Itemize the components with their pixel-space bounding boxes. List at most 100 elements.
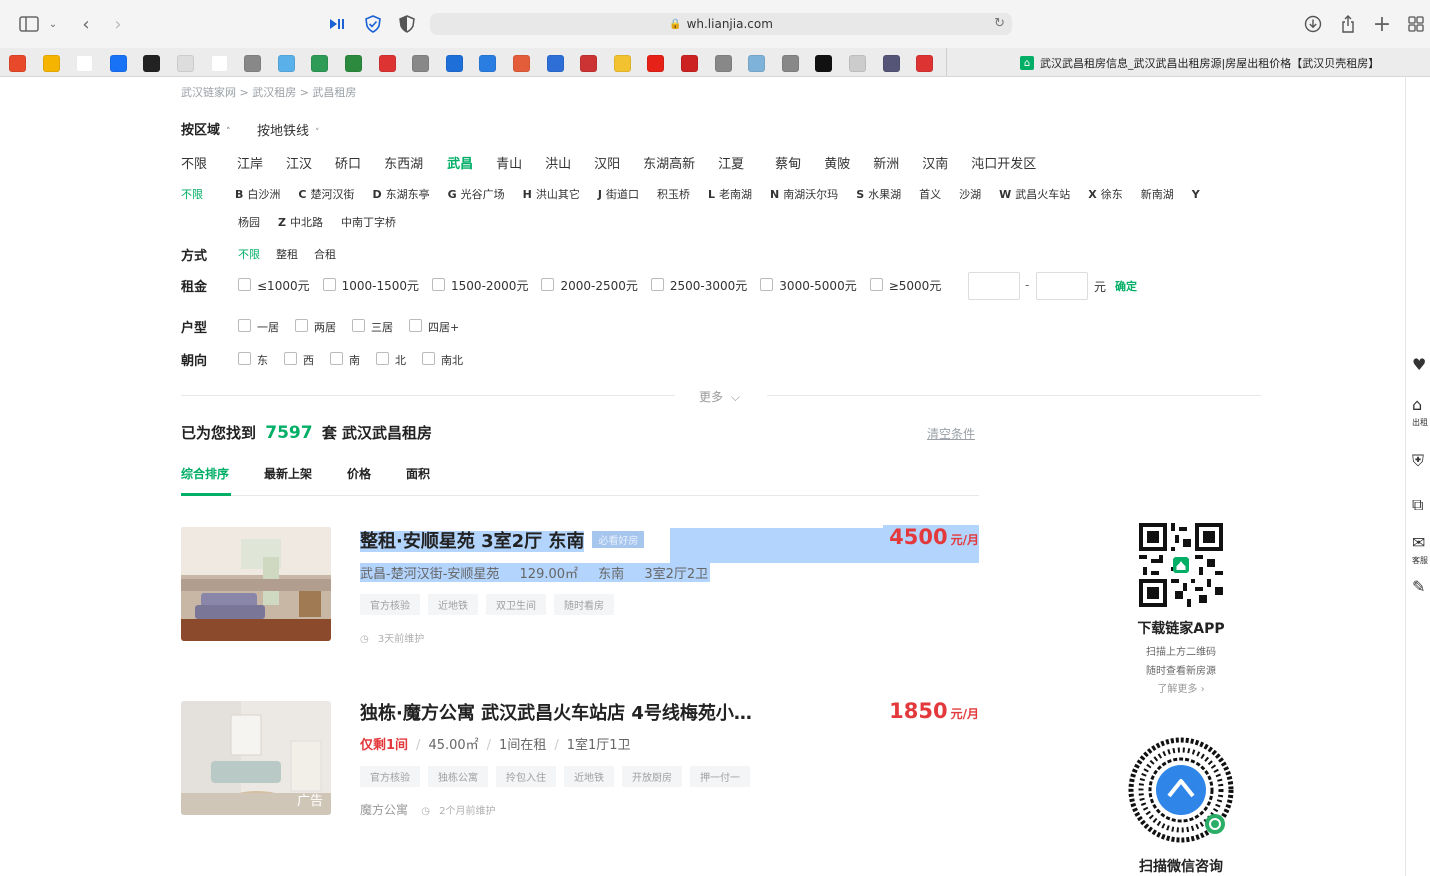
layout-option[interactable]: 三居 (352, 319, 393, 335)
subarea-item[interactable]: 不限 (181, 186, 203, 202)
orientation-option[interactable]: 南 (330, 352, 360, 368)
checkbox[interactable] (376, 352, 389, 365)
address-bar[interactable]: 🔒 wh.lianjia.com ↻ (430, 13, 1012, 35)
district-13[interactable]: 新洲 (873, 153, 899, 172)
district-4[interactable]: 东西湖 (384, 153, 423, 172)
j-icon[interactable] (781, 55, 799, 72)
subarea-item[interactable]: 杨园 (238, 214, 260, 230)
orientation-option[interactable]: 北 (376, 352, 406, 368)
rent-option[interactable]: 2500-3000元 (650, 277, 747, 294)
rent-option[interactable]: 1500-2000元 (432, 277, 528, 294)
listing-title-link[interactable]: 独栋·魔方公寓 武汉武昌火车站店 4号线梅苑小… (360, 699, 752, 725)
reader-icon[interactable] (326, 12, 348, 36)
checkbox[interactable] (409, 319, 422, 332)
subarea-item[interactable]: L 老南湖 (708, 186, 752, 202)
checkbox[interactable] (760, 278, 774, 291)
district-9[interactable]: 东湖高新 (643, 153, 695, 172)
listing-photo[interactable]: 广告 (181, 701, 331, 815)
cloud-icon[interactable] (513, 55, 530, 72)
github-icon[interactable] (143, 55, 161, 72)
district-3[interactable]: 硚口 (335, 153, 361, 172)
tab-by-area[interactable]: 按区域 ˄ (181, 119, 231, 138)
chevron-down-icon[interactable]: ⌄ (46, 12, 60, 36)
new-tab-icon[interactable]: + (1371, 12, 1393, 37)
district-14[interactable]: 汉南 (922, 153, 948, 172)
app-learn-more-link[interactable]: 了解更多 › (1120, 680, 1242, 699)
sort-tab[interactable]: 价格 (347, 467, 371, 481)
half-shield-icon[interactable] (396, 12, 418, 36)
heart-rail-button[interactable]: ♥ (1412, 357, 1430, 373)
mail-icon[interactable] (613, 55, 631, 72)
cap-icon[interactable] (916, 55, 934, 72)
checkbox[interactable] (352, 319, 365, 332)
subarea-item[interactable]: 中南丁字桥 (341, 214, 396, 230)
back-icon[interactable]: ‹ (76, 12, 96, 36)
nike-icon[interactable] (177, 55, 194, 72)
moon-icon[interactable] (815, 55, 833, 72)
checkbox[interactable] (869, 278, 883, 291)
subarea-item[interactable]: W 武昌火车站 (999, 186, 1070, 202)
compare-rail-button[interactable]: ⧉ (1412, 497, 1430, 513)
grid-icon[interactable] (479, 55, 497, 72)
subarea-item[interactable]: 首义 (919, 186, 941, 202)
square-icon[interactable] (681, 55, 698, 72)
layout-option[interactable]: 四居+ (409, 319, 459, 335)
checkbox[interactable] (422, 352, 435, 365)
mode-option[interactable]: 不限 (238, 248, 260, 261)
checkbox[interactable] (330, 352, 343, 365)
more-button[interactable]: 更多 ⌵ (699, 388, 740, 405)
rent-option[interactable]: ≥5000元 (869, 277, 941, 294)
share-icon[interactable] (1337, 12, 1359, 36)
subarea-item[interactable]: Z 中北路 (278, 214, 323, 230)
district-5[interactable]: 武昌 (447, 153, 473, 172)
orientation-option[interactable]: 西 (284, 352, 314, 368)
sort-tab[interactable]: 最新上架 (264, 467, 312, 481)
adidas-icon[interactable] (210, 55, 228, 72)
checkbox[interactable] (238, 352, 251, 365)
rent-option[interactable]: ≤1000元 (238, 277, 310, 294)
music-icon[interactable] (378, 55, 396, 72)
checkbox[interactable] (432, 278, 446, 291)
info-item[interactable]: 武昌-楚河汉街-安顺星苑 (360, 567, 499, 582)
subarea-item[interactable]: D 东湖东亭 (372, 186, 429, 202)
forward-icon[interactable]: › (108, 12, 128, 36)
subarea-item[interactable]: X 徐东 (1088, 186, 1122, 202)
subarea-item[interactable]: N 南湖沃尔玛 (770, 186, 838, 202)
y-icon[interactable] (714, 55, 732, 72)
checkbox[interactable] (238, 319, 251, 332)
zhihu-icon[interactable] (109, 55, 127, 72)
listing-title-link[interactable]: 整租·安顺星苑 3室2厅 东南 (360, 531, 585, 552)
sort-tab[interactable]: 综合排序 (181, 467, 229, 481)
sort-tab[interactable]: 面积 (406, 467, 430, 481)
district-10[interactable]: 江夏 (718, 153, 744, 172)
rent-option[interactable]: 3000-5000元 (760, 277, 857, 294)
reload-icon[interactable]: ↻ (994, 16, 1005, 31)
layout-option[interactable]: 两居 (295, 319, 336, 335)
district-7[interactable]: 洪山 (545, 153, 571, 172)
bilibili-icon[interactable] (277, 55, 295, 72)
orientation-option[interactable]: 南北 (422, 352, 463, 368)
rent-confirm-button[interactable]: 确定 (1115, 278, 1137, 294)
house-rail-button[interactable]: ⌂ 出租 (1412, 397, 1430, 431)
checkbox[interactable] (541, 278, 555, 291)
pencil-icon[interactable] (42, 55, 60, 72)
orientation-option[interactable]: 东 (238, 352, 268, 368)
checkbox[interactable] (295, 319, 308, 332)
rent-option[interactable]: 1000-1500元 (322, 277, 419, 294)
tab-overview-icon[interactable] (1405, 12, 1427, 36)
shield-rail-button[interactable]: ⛨ (1412, 453, 1430, 469)
rent-min-input[interactable] (968, 272, 1020, 300)
checkbox[interactable] (650, 278, 664, 291)
district-2[interactable]: 江汉 (286, 153, 312, 172)
c-icon[interactable] (9, 55, 26, 72)
checkbox[interactable] (284, 352, 297, 365)
checkbox[interactable] (322, 278, 336, 291)
subarea-item[interactable]: 新南湖 (1141, 186, 1174, 202)
l-icon[interactable] (244, 55, 262, 72)
district-15[interactable]: 沌口开发区 (971, 153, 1036, 172)
youtube-icon[interactable] (647, 55, 665, 72)
listing-photo[interactable] (181, 527, 331, 641)
subarea-item[interactable]: B 白沙洲 (235, 186, 280, 202)
brand-name[interactable]: 魔方公寓 (360, 803, 408, 817)
app-icon[interactable] (76, 55, 94, 72)
